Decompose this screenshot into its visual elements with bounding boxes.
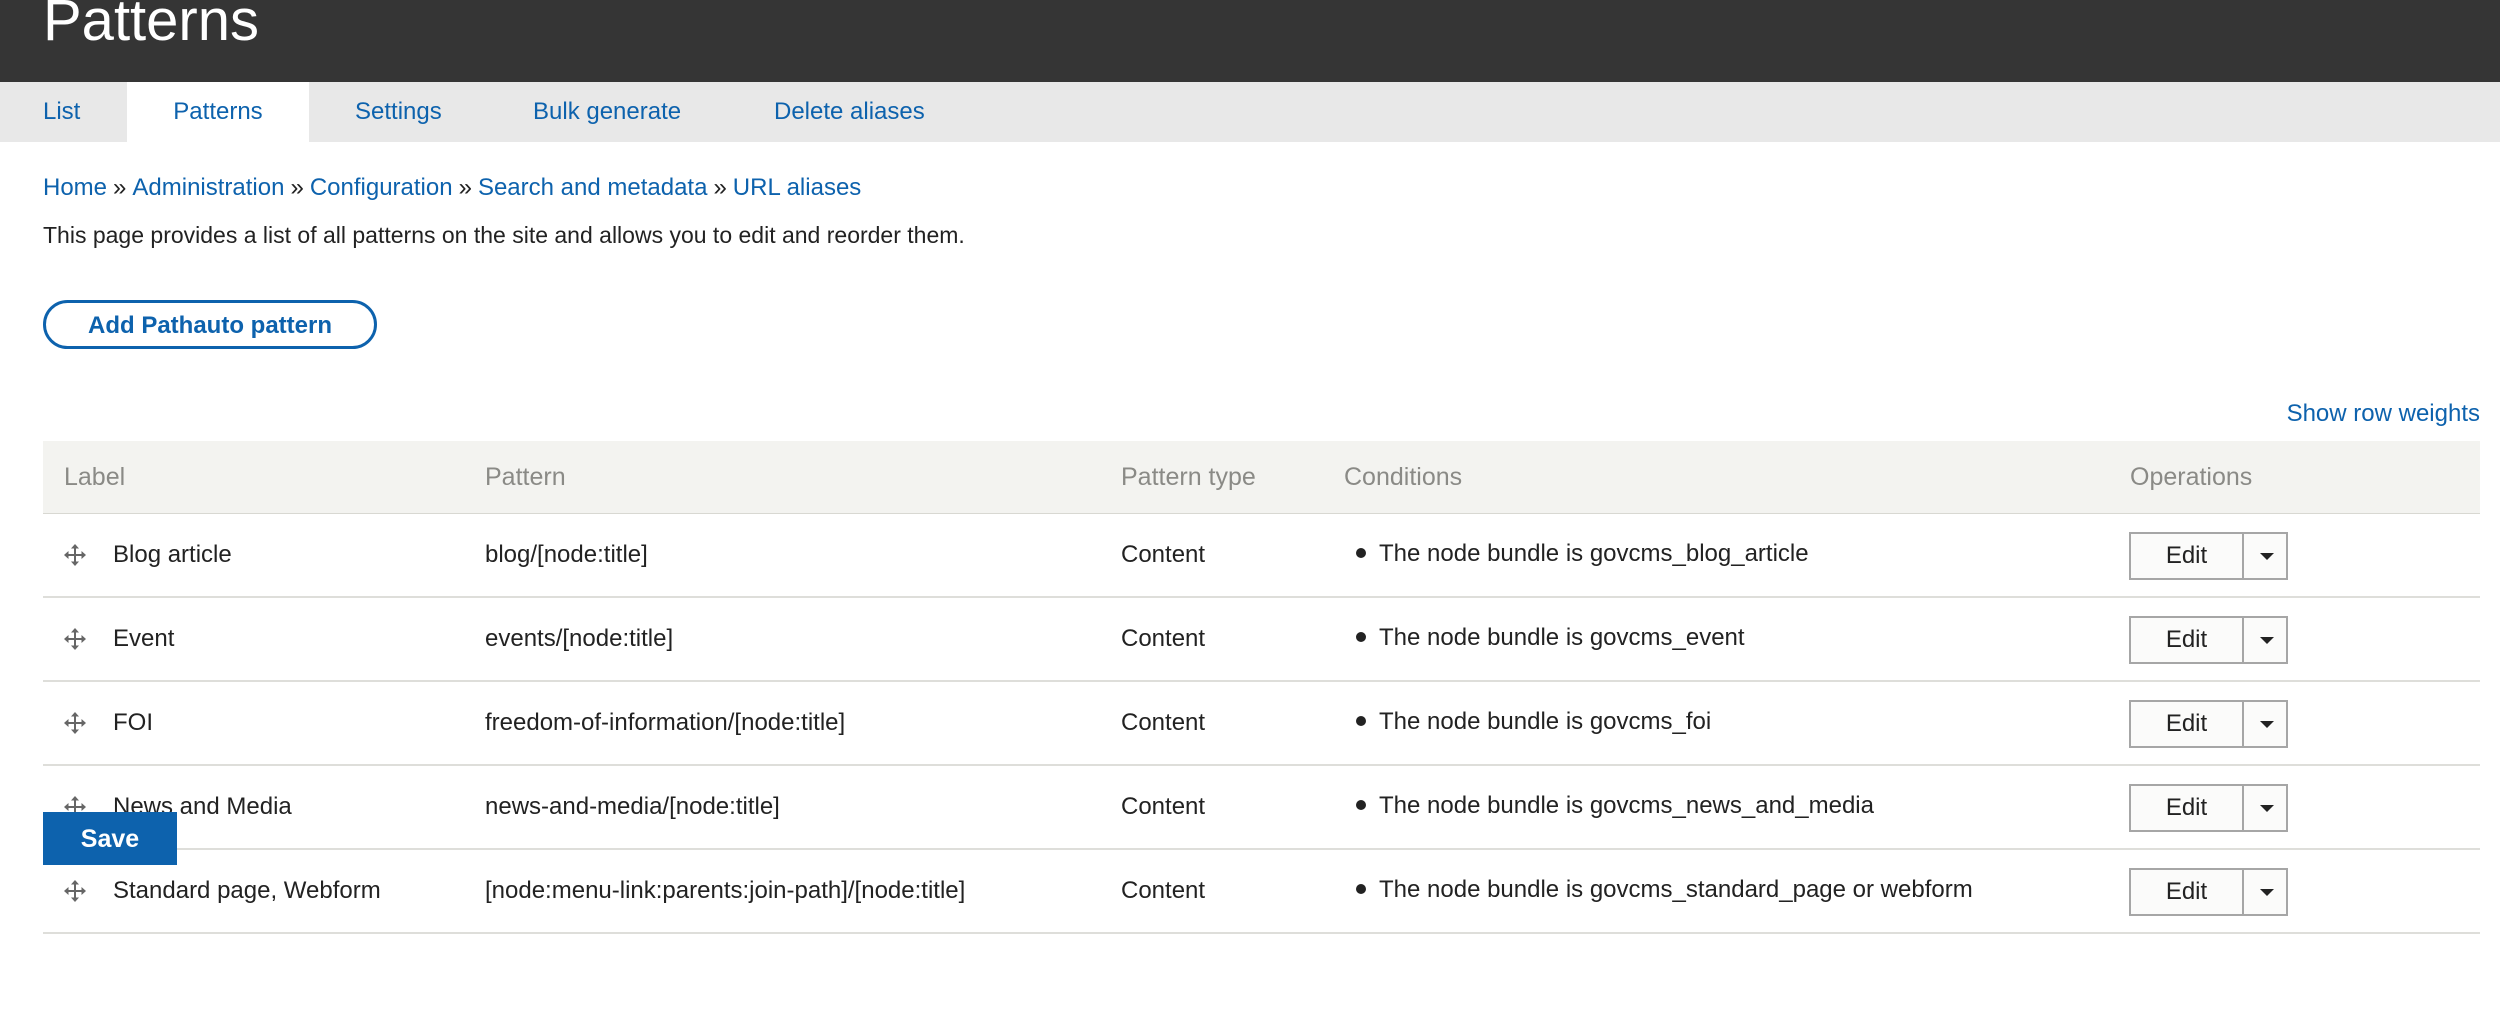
operations-dropbutton: Edit [2129, 868, 2288, 916]
tab-delete-aliases[interactable]: Delete aliases [774, 82, 925, 142]
row-pattern: news-and-media/[node:title] [485, 793, 780, 820]
bullet-icon [1356, 884, 1366, 894]
move-handle-icon[interactable] [63, 711, 87, 735]
column-header-pattern-type: Pattern type [1121, 463, 1256, 491]
breadcrumb-separator: » [713, 174, 727, 201]
tab-settings[interactable]: Settings [355, 82, 442, 142]
edit-button[interactable]: Edit [2131, 786, 2244, 830]
caret-down-icon [2260, 637, 2274, 644]
caret-down-icon [2260, 553, 2274, 560]
edit-button[interactable]: Edit [2131, 618, 2244, 662]
patterns-table: Label Pattern Pattern type Conditions Op… [43, 441, 2480, 934]
move-handle-icon[interactable] [63, 627, 87, 651]
breadcrumb-separator: » [458, 174, 472, 201]
breadcrumb: Home» Administration» Configuration» Search… [43, 172, 861, 204]
operations-toggle-button[interactable] [2244, 870, 2286, 914]
row-pattern: freedom-of-information/[node:title] [485, 709, 846, 736]
column-header-operations: Operations [2130, 463, 2253, 491]
row-label: Blog article [113, 541, 232, 568]
edit-button[interactable]: Edit [2131, 702, 2244, 746]
row-pattern: blog/[node:title] [485, 541, 648, 568]
column-header-label: Label [64, 463, 126, 491]
breadcrumb-separator: » [113, 174, 127, 201]
bullet-icon [1356, 632, 1366, 642]
row-condition-text: The node bundle is govcms_foi [1379, 708, 1712, 735]
move-handle-icon[interactable] [63, 543, 87, 567]
caret-down-icon [2260, 889, 2274, 896]
page-title: Patterns [43, 0, 259, 53]
operations-dropbutton: Edit [2129, 700, 2288, 748]
page-header: Patterns [0, 0, 2500, 82]
row-condition: The node bundle is govcms_event [1356, 598, 1745, 678]
operations-toggle-button[interactable] [2244, 786, 2286, 830]
operations-toggle-button[interactable] [2244, 534, 2286, 578]
save-button[interactable]: Save [43, 812, 177, 865]
column-header-conditions: Conditions [1344, 463, 1463, 491]
breadcrumb-home[interactable]: Home [43, 174, 107, 201]
breadcrumb-separator: » [290, 174, 304, 201]
edit-button[interactable]: Edit [2131, 870, 2244, 914]
row-pattern-type: Content [1121, 709, 1206, 736]
row-condition-text: The node bundle is govcms_news_and_media [1379, 792, 1874, 819]
tab-list[interactable]: List [43, 82, 80, 142]
row-condition: The node bundle is govcms_standard_page … [1356, 850, 1973, 930]
breadcrumb-configuration[interactable]: Configuration [310, 174, 453, 201]
row-pattern-type: Content [1121, 793, 1206, 820]
row-condition-text: The node bundle is govcms_standard_page … [1379, 876, 1973, 903]
tab-bulk-generate[interactable]: Bulk generate [533, 82, 681, 142]
table-row: FOI freedom-of-information/[node:title] … [43, 682, 2480, 766]
caret-down-icon [2260, 721, 2274, 728]
page-description: This page provides a list of all pattern… [43, 222, 965, 248]
show-row-weights-link[interactable]: Show row weights [2287, 400, 2480, 428]
row-condition: The node bundle is govcms_news_and_media [1356, 766, 1874, 846]
operations-toggle-button[interactable] [2244, 702, 2286, 746]
table-row: Blog article blog/[node:title] Content T… [43, 514, 2480, 598]
move-handle-icon[interactable] [63, 879, 87, 903]
table-row: Event events/[node:title] Content The no… [43, 598, 2480, 682]
row-pattern-type: Content [1121, 541, 1206, 568]
bullet-icon [1356, 800, 1366, 810]
row-label: Event [113, 625, 175, 652]
breadcrumb-url-aliases[interactable]: URL aliases [733, 174, 862, 201]
caret-down-icon [2260, 805, 2274, 812]
row-label: FOI [113, 709, 153, 736]
breadcrumb-administration[interactable]: Administration [132, 174, 284, 201]
row-condition-text: The node bundle is govcms_blog_article [1379, 540, 1809, 567]
breadcrumb-search-and-metadata[interactable]: Search and metadata [478, 174, 708, 201]
operations-dropbutton: Edit [2129, 784, 2288, 832]
table-row: Standard page, Webform [node:menu-link:p… [43, 850, 2480, 934]
operations-toggle-button[interactable] [2244, 618, 2286, 662]
column-header-pattern: Pattern [485, 463, 566, 491]
bullet-icon [1356, 548, 1366, 558]
row-condition-text: The node bundle is govcms_event [1379, 624, 1745, 651]
row-condition: The node bundle is govcms_blog_article [1356, 514, 1809, 594]
table-header: Label Pattern Pattern type Conditions Op… [43, 441, 2480, 514]
row-pattern: [node:menu-link:parents:join-path]/[node… [485, 877, 966, 904]
table-row: News and Media news-and-media/[node:titl… [43, 766, 2480, 850]
operations-dropbutton: Edit [2129, 616, 2288, 664]
tab-bar: List Patterns Settings Bulk generate Del… [0, 82, 2500, 142]
row-pattern: events/[node:title] [485, 625, 674, 652]
row-pattern-type: Content [1121, 877, 1206, 904]
bullet-icon [1356, 716, 1366, 726]
tab-patterns[interactable]: Patterns [127, 82, 309, 142]
add-pathauto-pattern-button[interactable]: Add Pathauto pattern [43, 300, 377, 349]
row-condition: The node bundle is govcms_foi [1356, 682, 1711, 762]
operations-dropbutton: Edit [2129, 532, 2288, 580]
row-pattern-type: Content [1121, 625, 1206, 652]
edit-button[interactable]: Edit [2131, 534, 2244, 578]
